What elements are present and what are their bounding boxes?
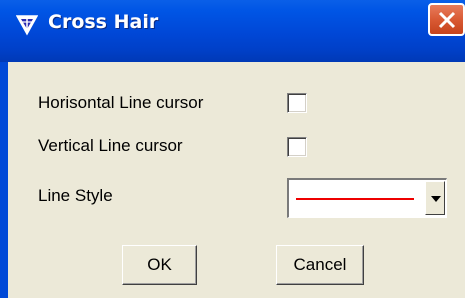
line-style-swatch xyxy=(296,198,414,200)
line-style-dropdown-button[interactable] xyxy=(425,181,445,215)
close-icon xyxy=(438,11,456,29)
line-style-label: Line Style xyxy=(38,186,113,205)
horizontal-cursor-label: Horisontal Line cursor xyxy=(38,93,204,112)
vertical-cursor-checkbox[interactable] xyxy=(287,137,307,157)
window-title: Cross Hair xyxy=(48,11,159,33)
title-bar[interactable]: Cross Hair xyxy=(0,0,465,62)
cross-hair-dialog: Cross Hair Horisontal Line cursor Vertic… xyxy=(0,0,465,298)
vertical-cursor-label: Vertical Line cursor xyxy=(38,136,183,155)
ok-button[interactable]: OK xyxy=(122,245,197,285)
line-style-select[interactable] xyxy=(287,178,447,218)
horizontal-cursor-checkbox[interactable] xyxy=(287,93,307,113)
dialog-content: Horisontal Line cursor Vertical Line cur… xyxy=(0,62,465,298)
chevron-down-icon xyxy=(431,196,441,202)
close-button[interactable] xyxy=(428,3,465,36)
cancel-button[interactable]: Cancel xyxy=(276,245,364,285)
triangle-logo-icon xyxy=(15,14,39,36)
